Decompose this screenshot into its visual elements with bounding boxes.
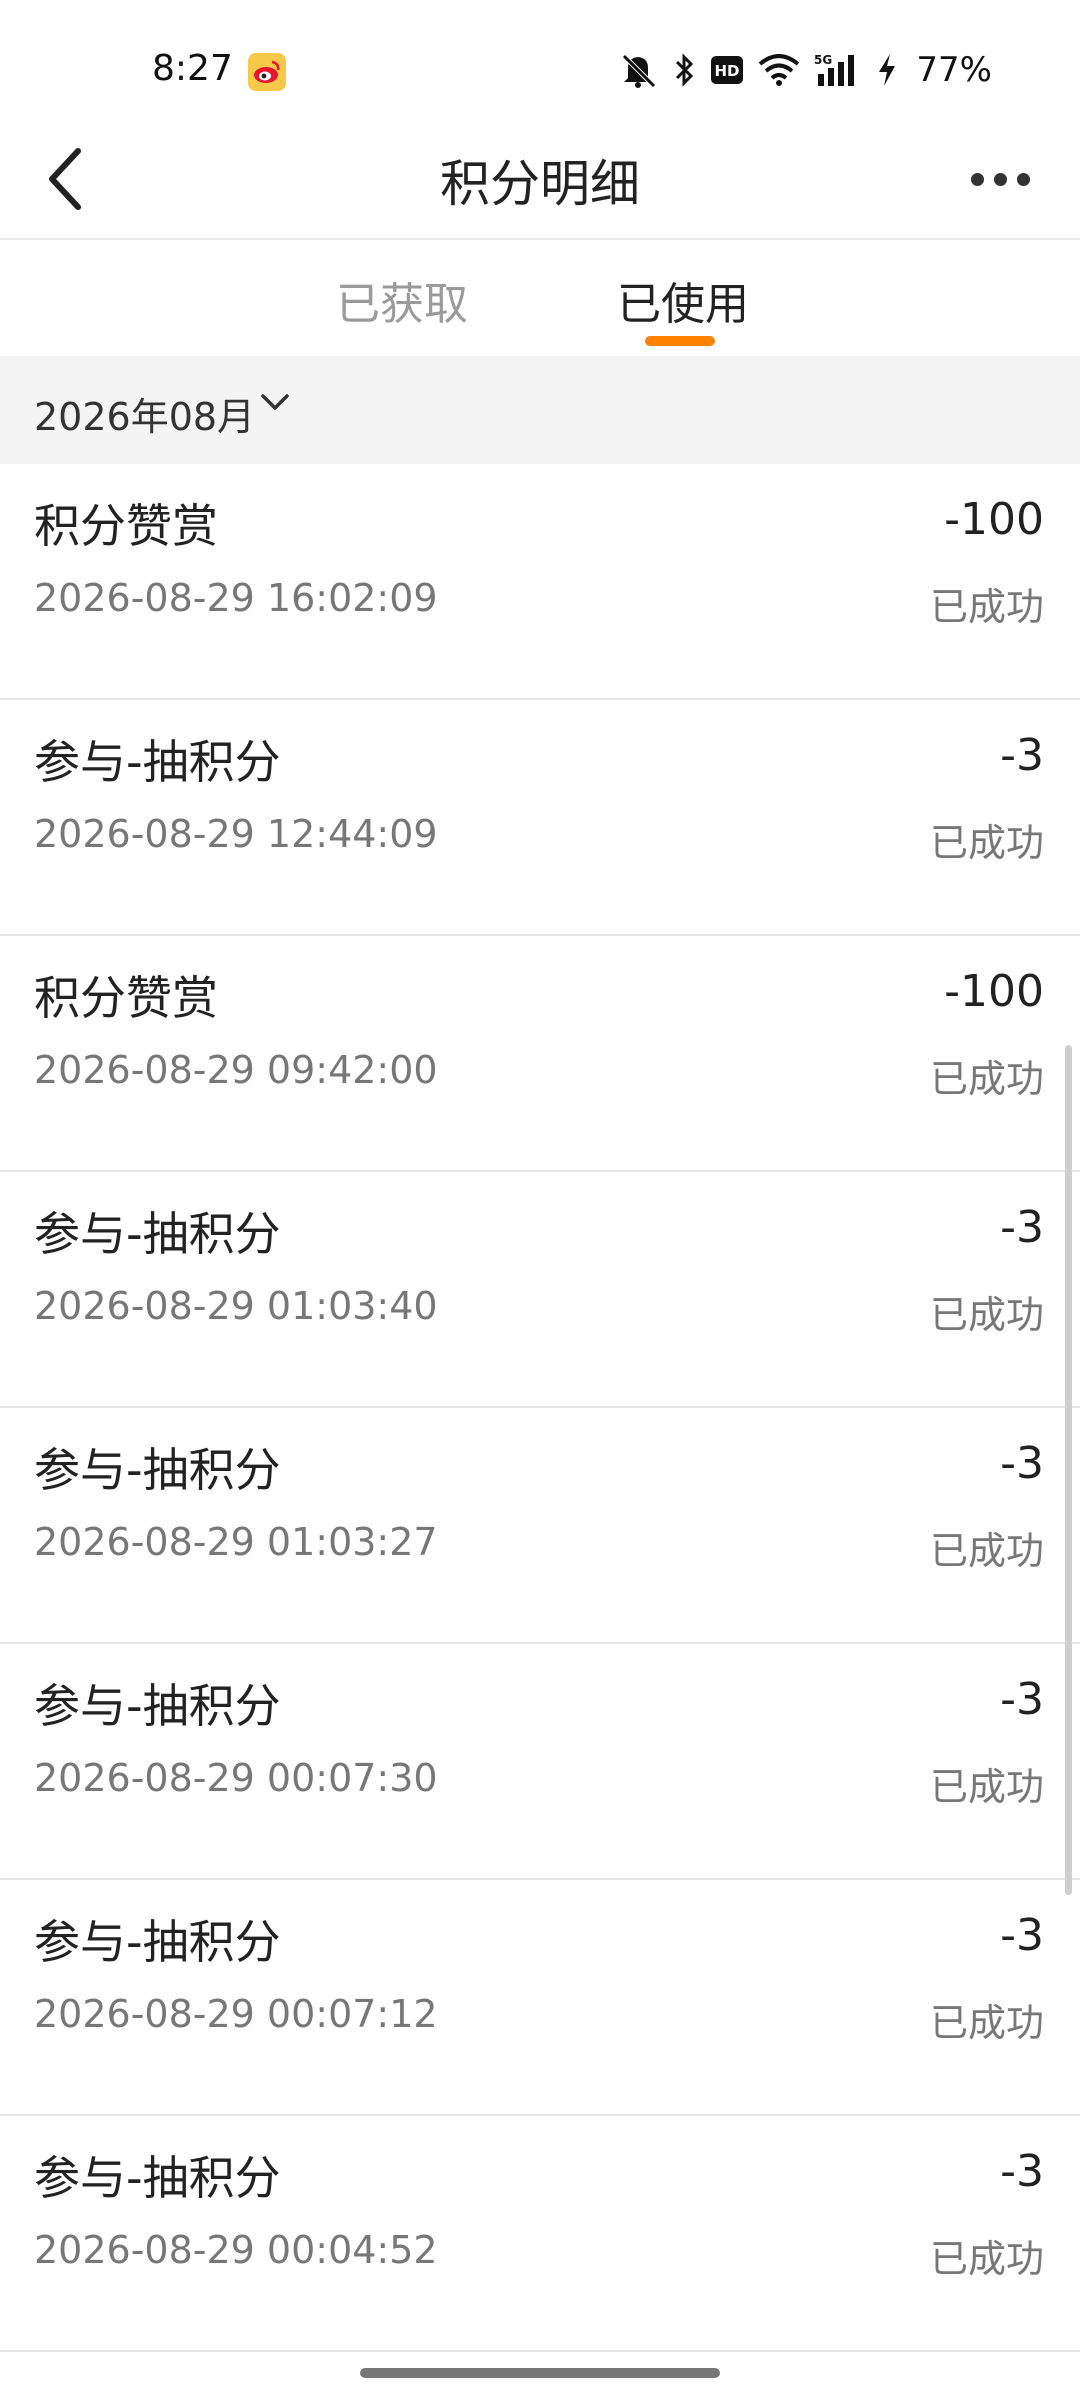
- tab-used[interactable]: 已使用: [617, 268, 749, 332]
- record-status: 已成功: [929, 821, 1044, 865]
- active-tab-indicator: [645, 336, 715, 346]
- record-title: 参与-抽积分: [34, 735, 281, 789]
- record-title: 参与-抽积分: [34, 2151, 281, 2205]
- record-title: 参与-抽积分: [34, 1915, 281, 1969]
- record-amount: -3: [1000, 2146, 1044, 2197]
- record-title: 参与-抽积分: [34, 1679, 281, 1733]
- record-title: 参与-抽积分: [34, 1443, 281, 1497]
- more-options-button[interactable]: [960, 144, 1040, 214]
- record-status: 已成功: [929, 1529, 1044, 1573]
- page-title: 积分明细: [440, 155, 640, 213]
- record-status: 已成功: [929, 1293, 1044, 1337]
- record-amount: -3: [1000, 1438, 1044, 1489]
- record-amount: -3: [1000, 1674, 1044, 1725]
- list-item[interactable]: 积分赞赏 2026-08-29 09:42:00 -100 已成功: [0, 936, 1080, 1172]
- tab-bar: 已获取 已使用: [0, 240, 1080, 356]
- record-amount: -3: [1000, 730, 1044, 781]
- record-amount: -3: [1000, 1910, 1044, 1961]
- record-status: 已成功: [929, 1057, 1044, 1101]
- record-time: 2026-08-29 01:03:27: [34, 1520, 438, 1564]
- weibo-app-icon: [248, 53, 286, 91]
- tab-earned[interactable]: 已获取: [336, 268, 468, 332]
- record-amount: -100: [944, 966, 1044, 1017]
- record-time: 2026-08-29 12:44:09: [34, 812, 438, 856]
- record-time: 2026-08-29 00:04:52: [34, 2228, 438, 2272]
- list-item[interactable]: 参与-抽积分 2026-08-29 12:44:09 -3 已成功: [0, 700, 1080, 936]
- record-status: 已成功: [929, 1765, 1044, 1809]
- battery-percent: 77%: [916, 50, 992, 90]
- record-title: 积分赞赏: [34, 499, 218, 553]
- record-time: 2026-08-29 16:02:09: [34, 576, 438, 620]
- charging-icon: [876, 52, 898, 88]
- status-icons: HD 5G 77%: [620, 48, 992, 92]
- svg-text:5G: 5G: [814, 53, 832, 67]
- nav-bar: 积分明细: [0, 120, 1080, 240]
- status-bar: 8:27 HD 5G 77%: [0, 0, 1080, 140]
- record-status: 已成功: [929, 2001, 1044, 2045]
- hd-icon: HD: [710, 55, 744, 85]
- list-item[interactable]: 参与-抽积分 2026-08-29 00:07:12 -3 已成功: [0, 1880, 1080, 2116]
- record-time: 2026-08-29 01:03:40: [34, 1284, 438, 1328]
- record-time: 2026-08-29 00:07:12: [34, 1992, 438, 2036]
- points-record-list: 积分赞赏 2026-08-29 16:02:09 -100 已成功 参与-抽积分…: [0, 464, 1080, 2352]
- wifi-icon: [758, 54, 800, 86]
- record-status: 已成功: [929, 585, 1044, 629]
- record-status: 已成功: [929, 2237, 1044, 2281]
- record-time: 2026-08-29 09:42:00: [34, 1048, 438, 1092]
- svg-text:HD: HD: [715, 62, 740, 80]
- record-amount: -100: [944, 494, 1044, 545]
- list-item[interactable]: 参与-抽积分 2026-08-29 00:04:52 -3 已成功: [0, 2116, 1080, 2352]
- home-indicator[interactable]: [360, 2368, 720, 2378]
- record-title: 参与-抽积分: [34, 1207, 281, 1261]
- month-label: 2026年08月: [34, 395, 256, 439]
- bluetooth-icon: [674, 52, 696, 88]
- list-item[interactable]: 积分赞赏 2026-08-29 16:02:09 -100 已成功: [0, 464, 1080, 700]
- more-dots-icon: [970, 172, 984, 186]
- scrollbar[interactable]: [1065, 1045, 1072, 1895]
- month-filter[interactable]: 2026年08月: [0, 356, 1080, 464]
- record-amount: -3: [1000, 1202, 1044, 1253]
- list-item[interactable]: 参与-抽积分 2026-08-29 01:03:27 -3 已成功: [0, 1408, 1080, 1644]
- list-item[interactable]: 参与-抽积分 2026-08-29 01:03:40 -3 已成功: [0, 1172, 1080, 1408]
- status-time: 8:27: [152, 48, 233, 89]
- record-time: 2026-08-29 00:07:30: [34, 1756, 438, 1800]
- 5g-signal-icon: 5G: [814, 52, 862, 88]
- record-title: 积分赞赏: [34, 971, 218, 1025]
- mute-icon: [620, 52, 660, 88]
- chevron-down-icon: [261, 394, 289, 410]
- list-item[interactable]: 参与-抽积分 2026-08-29 00:07:30 -3 已成功: [0, 1644, 1080, 1880]
